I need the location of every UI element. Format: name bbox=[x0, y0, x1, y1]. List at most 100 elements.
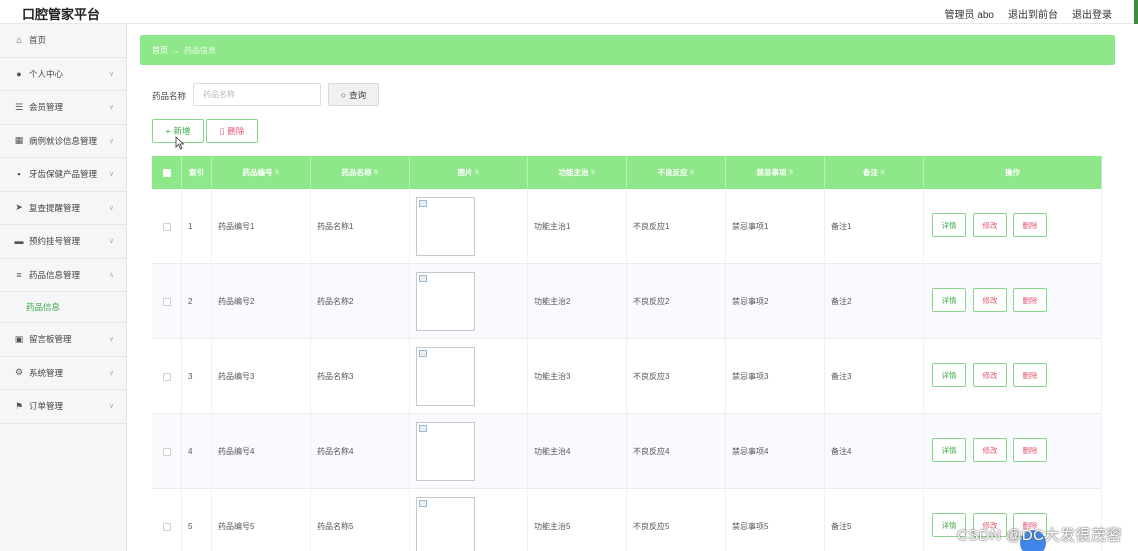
row-image-cell bbox=[410, 339, 528, 414]
edit-button[interactable]: 修改 bbox=[973, 363, 1007, 387]
row-name: 药品名称3 bbox=[311, 339, 410, 414]
mouse-cursor-icon bbox=[175, 136, 185, 150]
row-adverse: 不良反应2 bbox=[627, 264, 726, 339]
watermark: CSDN @DC大发很茂密 bbox=[956, 527, 1122, 544]
breadcrumb-current: 药品信息 bbox=[184, 45, 216, 55]
detail-button[interactable]: 详情 bbox=[932, 213, 966, 237]
table-row: 4 药品编号4 药品名称4 功能主治4 不良反应4 禁忌事项4 备注4 详情 修改 删除 bbox=[152, 414, 1102, 489]
delete-button[interactable]: 删除 bbox=[1013, 363, 1047, 387]
detail-button[interactable]: 详情 bbox=[932, 438, 966, 462]
row-index: 5 bbox=[182, 489, 212, 551]
row-code: 药品编号3 bbox=[212, 339, 311, 414]
search-button[interactable]: ○ 查询 bbox=[328, 83, 379, 106]
row-adverse: 不良反应1 bbox=[627, 189, 726, 264]
column-header-function[interactable]: 功能主治 ⇅ bbox=[528, 156, 627, 189]
chevron-down-icon: ∨ bbox=[108, 238, 114, 245]
column-header-actions: 操作 bbox=[924, 156, 1102, 189]
table-row: 3 药品编号3 药品名称3 功能主治3 不良反应3 禁忌事项3 备注3 详情 修改 删除 bbox=[152, 339, 1102, 414]
table-row: 1 药品编号1 药品名称1 功能主治1 不良反应1 禁忌事项1 备注1 详情 修改 删除 bbox=[152, 189, 1102, 264]
sidebar-item-medicine[interactable]: ≡ 药品信息管理 ∧ bbox=[0, 259, 126, 292]
sidebar-item-label: 复查提醒管理 bbox=[29, 202, 81, 213]
row-contra: 禁忌事项2 bbox=[726, 264, 825, 339]
chevron-down-icon: ∨ bbox=[108, 204, 114, 212]
column-header-code[interactable]: 药品编号 ⇅ bbox=[212, 156, 311, 189]
row-checkbox[interactable] bbox=[152, 189, 182, 264]
breadcrumb-home[interactable]: 首页 bbox=[152, 45, 168, 56]
column-header-index: 索引 bbox=[182, 156, 212, 189]
row-contra: 禁忌事项1 bbox=[726, 189, 825, 264]
logout-link[interactable]: 退出登录 bbox=[1072, 6, 1112, 21]
sidebar-item-appointments[interactable]: ▬ 预约挂号管理 ∨ bbox=[0, 225, 126, 259]
detail-button[interactable]: 详情 bbox=[932, 288, 966, 312]
broken-image-icon bbox=[416, 347, 475, 406]
settings-icon: ⚙ bbox=[14, 367, 24, 378]
exit-to-frontend-link[interactable]: 退出到前台 bbox=[1008, 6, 1058, 21]
flag-icon: ⚑ bbox=[14, 400, 24, 411]
sidebar-item-dental-products[interactable]: ▪ 牙齿保健产品管理 ∨ bbox=[0, 158, 126, 192]
delete-button[interactable]: 删除 bbox=[1013, 438, 1047, 462]
row-function: 功能主治3 bbox=[528, 339, 627, 414]
sidebar-item-personal-center[interactable]: ● 个人中心 ∨ bbox=[0, 58, 126, 91]
row-adverse: 不良反应3 bbox=[627, 339, 726, 414]
row-name: 药品名称1 bbox=[311, 189, 410, 264]
row-contra: 禁忌事项4 bbox=[726, 414, 825, 489]
row-function: 功能主治4 bbox=[528, 414, 627, 489]
sidebar-item-label: 药品信息管理 bbox=[29, 269, 81, 280]
broken-image-icon bbox=[416, 197, 475, 256]
detail-button[interactable]: 详情 bbox=[932, 363, 966, 387]
top-bar: 口腔管家平台 管理员 abo 退出到前台 退出登录 bbox=[0, 0, 1138, 24]
row-checkbox[interactable] bbox=[152, 414, 182, 489]
sidebar-item-cases[interactable]: ▦ 病例就诊信息管理 ∨ bbox=[0, 125, 126, 158]
briefcase-icon: ▬ bbox=[14, 236, 24, 247]
row-remark: 备注4 bbox=[825, 414, 924, 489]
row-name: 药品名称2 bbox=[311, 264, 410, 339]
column-header-remark[interactable]: 备注 ⇅ bbox=[825, 156, 924, 189]
delete-button[interactable]: 删除 bbox=[1013, 288, 1047, 312]
sidebar-item-label: 病例就诊信息管理 bbox=[29, 135, 98, 146]
batch-delete-button[interactable]: ▯ 删除 bbox=[206, 119, 258, 143]
delete-button[interactable]: 删除 bbox=[1013, 213, 1047, 237]
medicine-name-search-input[interactable] bbox=[193, 83, 321, 106]
row-code: 药品编号5 bbox=[212, 489, 311, 551]
row-code: 药品编号4 bbox=[212, 414, 311, 489]
search-button-label: 查询 bbox=[349, 89, 367, 100]
row-adverse: 不良反应4 bbox=[627, 414, 726, 489]
app-title: 口腔管家平台 bbox=[22, 7, 101, 22]
sidebar-item-followup[interactable]: ➤ 复查提醒管理 ∨ bbox=[0, 192, 126, 225]
sidebar-item-members[interactable]: ☰ 会员管理 ∨ bbox=[0, 91, 126, 125]
select-all-checkbox[interactable] bbox=[152, 156, 182, 189]
chevron-up-icon: ∧ bbox=[108, 271, 114, 279]
admin-user-link[interactable]: 管理员 abo bbox=[945, 6, 994, 21]
row-function: 功能主治5 bbox=[528, 489, 627, 551]
sidebar-item-label: 预约挂号管理 bbox=[29, 236, 81, 247]
edit-button[interactable]: 修改 bbox=[973, 213, 1007, 237]
column-header-adverse[interactable]: 不良反应 ⇅ bbox=[627, 156, 726, 189]
edit-button[interactable]: 修改 bbox=[973, 438, 1007, 462]
table-row: 2 药品编号2 药品名称2 功能主治2 不良反应2 禁忌事项2 备注2 详情 修改 删除 bbox=[152, 264, 1102, 339]
chevron-down-icon: ∨ bbox=[108, 171, 114, 178]
row-remark: 备注2 bbox=[825, 264, 924, 339]
row-name: 药品名称5 bbox=[311, 489, 410, 551]
sidebar-item-system[interactable]: ⚙ 系统管理 ∨ bbox=[0, 357, 126, 390]
edit-button[interactable]: 修改 bbox=[973, 288, 1007, 312]
trash-icon: ▯ bbox=[219, 125, 225, 136]
row-checkbox[interactable] bbox=[152, 339, 182, 414]
column-header-image[interactable]: 图片 ⇅ bbox=[410, 156, 528, 189]
window-edge-bar bbox=[1134, 0, 1138, 24]
row-checkbox[interactable] bbox=[152, 489, 182, 551]
sidebar-item-message-board[interactable]: ▣ 留言板管理 ∨ bbox=[0, 323, 126, 357]
sidebar-item-home[interactable]: ⌂ 首页 bbox=[0, 24, 126, 58]
send-icon: ➤ bbox=[15, 202, 23, 213]
sidebar: ⌂ 首页 ● 个人中心 ∨ ☰ 会员管理 ∨ ▦ 病例就诊信息管理 ∨ ▪ 牙齿… bbox=[0, 24, 127, 551]
sidebar-item-orders[interactable]: ⚑ 订单管理 ∨ bbox=[0, 390, 126, 424]
row-checkbox[interactable] bbox=[152, 264, 182, 339]
column-header-name[interactable]: 药品名称 ⇅ bbox=[311, 156, 410, 189]
row-image-cell bbox=[410, 489, 528, 551]
chevron-down-icon: ∨ bbox=[108, 403, 114, 410]
row-actions: 详情 修改 删除 bbox=[924, 414, 1102, 489]
column-header-contra[interactable]: 禁忌事项 ⇅ bbox=[726, 156, 825, 189]
row-actions: 详情 修改 删除 bbox=[924, 264, 1102, 339]
board-icon: ▣ bbox=[14, 333, 24, 344]
row-remark: 备注1 bbox=[825, 189, 924, 264]
sidebar-subitem-medicine-info[interactable]: 药品信息 bbox=[0, 292, 126, 323]
